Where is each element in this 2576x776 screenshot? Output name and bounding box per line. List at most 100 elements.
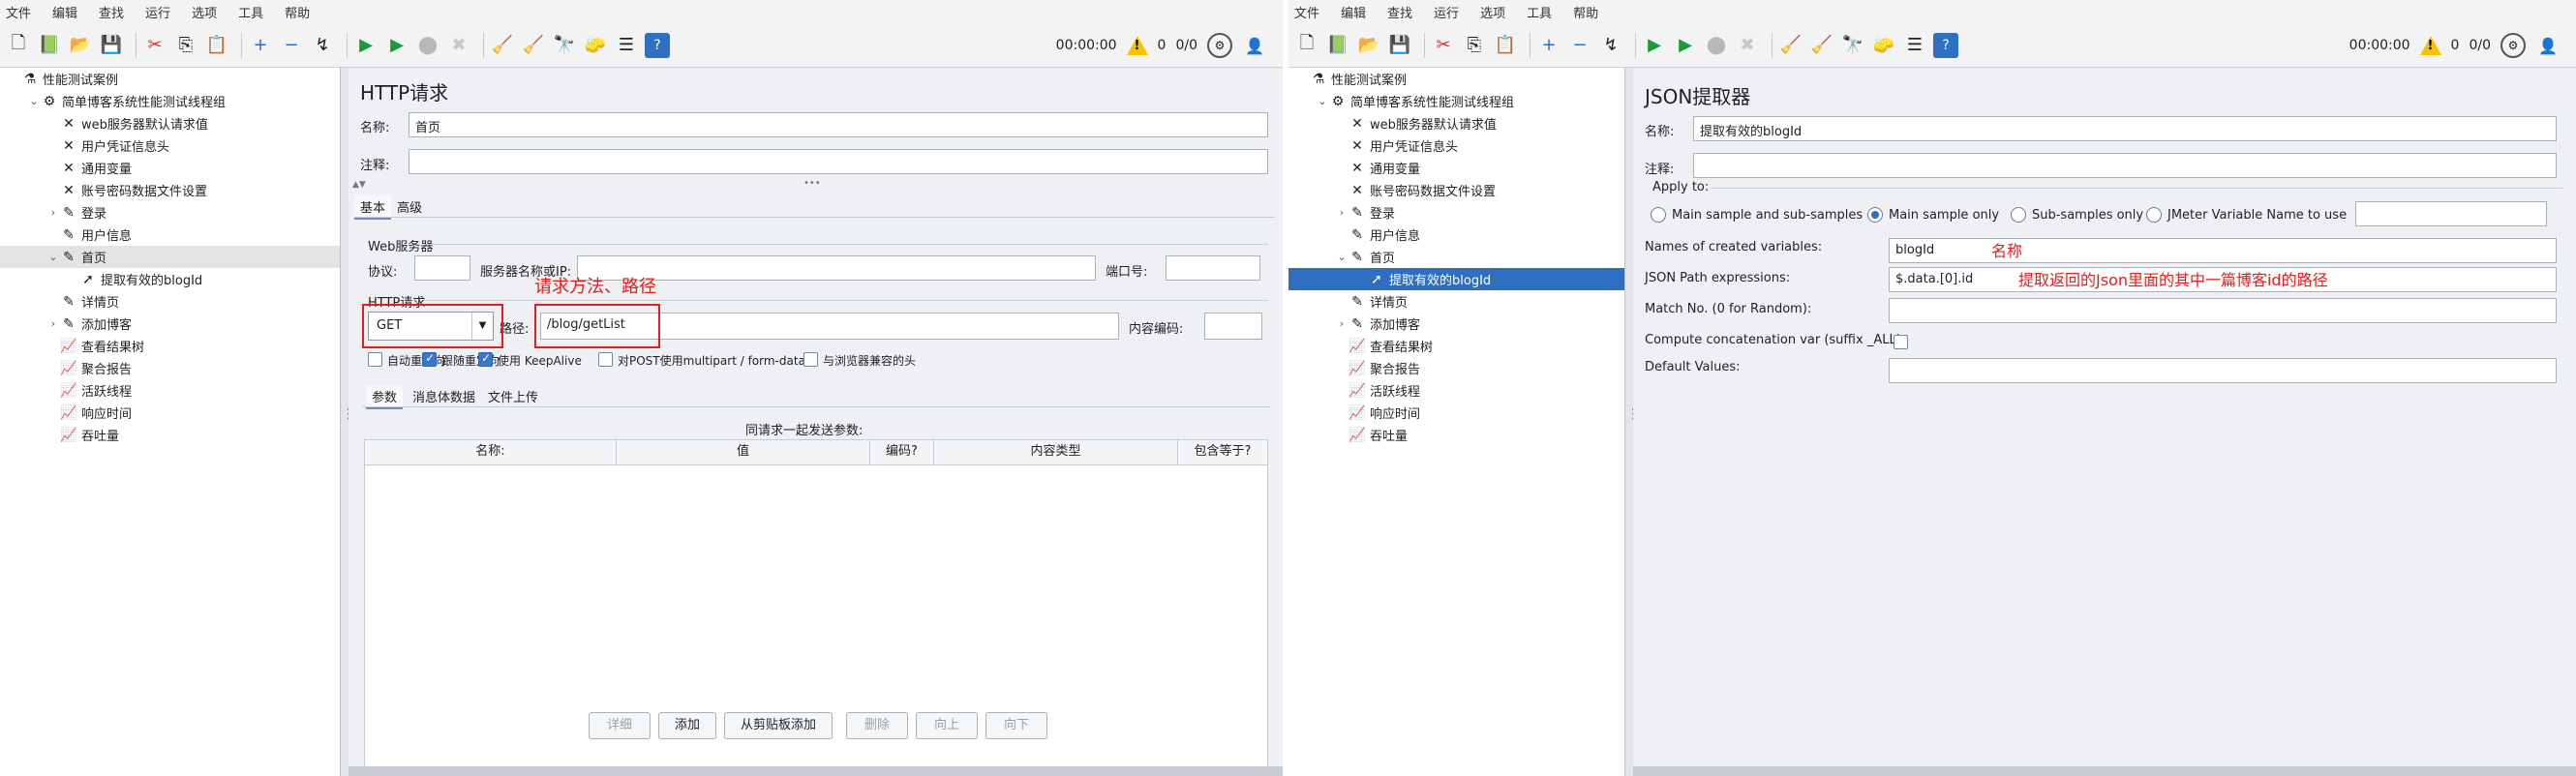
expand-toggle-icon[interactable]: ⌄ [46, 251, 60, 263]
menu-item[interactable]: 运行 [145, 3, 170, 21]
collapse-icon[interactable]: − [279, 33, 304, 58]
menu-item[interactable]: 查找 [1387, 3, 1412, 21]
clear-icon[interactable]: 🧹 [1778, 33, 1803, 58]
tree-node[interactable]: 📈 吞吐量 [0, 424, 340, 446]
shutdown-icon[interactable]: ✖ [446, 33, 471, 58]
concat-checkbox[interactable] [1894, 335, 1908, 349]
move-down-button[interactable]: 向下 [985, 712, 1047, 739]
stop-icon[interactable]: ⬤ [415, 33, 440, 58]
tree-node[interactable]: › ✎ 登录 [0, 201, 340, 224]
save-icon[interactable]: 💾 [99, 33, 124, 58]
menu-item[interactable]: 文件 [6, 3, 31, 21]
tree-node[interactable]: ✕ 账号密码数据文件设置 [0, 179, 340, 201]
tree-node[interactable]: ✕ web服务器默认请求值 [0, 112, 340, 134]
remote-icon[interactable]: ⚙ [1207, 33, 1232, 58]
detail-button[interactable]: 详细 [589, 712, 651, 739]
add-from-clipboard-button[interactable]: 从剪贴板添加 [724, 712, 833, 739]
collapse-icon[interactable]: − [1567, 33, 1592, 58]
tree-node[interactable]: ✎ 详情页 [1288, 290, 1624, 313]
expand-icon[interactable]: + [1536, 33, 1561, 58]
expand-toggle-icon[interactable]: › [1335, 206, 1349, 219]
warning-icon[interactable] [1126, 36, 1148, 55]
copy-icon[interactable]: ⎘ [173, 33, 198, 58]
tree-node[interactable]: 📈 聚合报告 [0, 357, 340, 379]
toggle-icon[interactable]: ↯ [310, 33, 335, 58]
radio-main-and-sub[interactable] [1651, 207, 1666, 223]
templates-icon[interactable]: 📗 [37, 33, 62, 58]
column-header-include-equals[interactable]: 包含等于? [1178, 440, 1267, 465]
start-no-pause-icon[interactable]: ▶ [384, 33, 409, 58]
tree-node[interactable]: 📈 查看结果树 [0, 335, 340, 357]
clear-icon[interactable]: 🧹 [490, 33, 515, 58]
menu-item[interactable]: 查找 [99, 3, 124, 21]
expand-toggle-icon[interactable]: › [46, 317, 60, 330]
tree-node[interactable]: ✕ web服务器默认请求值 [1288, 112, 1624, 134]
var-names-input[interactable]: blogId [1889, 238, 2557, 263]
name-input[interactable]: 首页 [409, 112, 1268, 137]
default-values-input[interactable] [1889, 358, 2557, 383]
menu-item[interactable]: 编辑 [1341, 3, 1366, 21]
column-header-name[interactable]: 名称: [365, 440, 617, 465]
menu-item[interactable]: 选项 [1480, 3, 1505, 21]
save-icon[interactable]: 💾 [1387, 33, 1412, 58]
expand-toggle-icon[interactable]: › [1335, 317, 1349, 330]
horizontal-scrollbar[interactable] [1633, 766, 2576, 776]
new-icon[interactable]: 🗋 [6, 33, 31, 58]
menu-item[interactable]: 工具 [238, 3, 263, 21]
tree-node[interactable]: 📈 响应时间 [0, 402, 340, 424]
option-checkbox[interactable] [803, 352, 818, 367]
splitter-handle[interactable] [1625, 68, 1640, 776]
toggle-icon[interactable]: ↯ [1598, 33, 1623, 58]
function-helper-icon[interactable]: ☰ [1902, 33, 1927, 58]
clear-all-icon[interactable]: 🧹 [521, 33, 546, 58]
start-no-pause-icon[interactable]: ▶ [1673, 33, 1698, 58]
tab-files-upload[interactable]: 文件上传 [482, 385, 544, 407]
tree-node[interactable]: ✕ 通用变量 [1288, 157, 1624, 179]
function-helper-icon[interactable]: ☰ [614, 33, 639, 58]
tree-node[interactable]: ✕ 用户凭证信息头 [0, 134, 340, 157]
reset-search-icon[interactable]: 🧽 [583, 33, 608, 58]
tree-node[interactable]: ⌄ ⚙ 简单博客系统性能测试线程组 [1288, 90, 1624, 112]
port-input[interactable] [1166, 255, 1260, 281]
expand-toggle-icon[interactable]: › [46, 206, 60, 219]
cut-icon[interactable]: ✂ [1431, 33, 1456, 58]
tree-node[interactable]: ⚗ 性能测试案例 [1288, 68, 1624, 90]
tree-node[interactable]: 📈 查看结果树 [1288, 335, 1624, 357]
tree-node[interactable]: ➚ 提取有效的blogId [1288, 268, 1624, 290]
tree-node[interactable]: ⚗ 性能测试案例 [0, 68, 340, 90]
menu-item[interactable]: 编辑 [52, 3, 77, 21]
search-icon[interactable]: 🔭 [1840, 33, 1865, 58]
tree-node[interactable]: 📈 活跃线程 [0, 379, 340, 402]
tree-node[interactable]: › ✎ 登录 [1288, 201, 1624, 224]
tree-node[interactable]: ✎ 详情页 [0, 290, 340, 313]
menu-item[interactable]: 选项 [192, 3, 217, 21]
cut-icon[interactable]: ✂ [142, 33, 167, 58]
menu-item[interactable]: 工具 [1527, 3, 1552, 21]
stop-icon[interactable]: ⬤ [1704, 33, 1729, 58]
column-header-encode[interactable]: 编码? [870, 440, 934, 465]
tab-advanced[interactable]: 高级 [391, 195, 428, 218]
tree-node[interactable]: ⌄ ✎ 首页 [1288, 246, 1624, 268]
tree-node[interactable]: ✎ 用户信息 [1288, 224, 1624, 246]
radio-main-only[interactable] [1867, 207, 1883, 223]
horizontal-scrollbar[interactable] [349, 766, 1283, 776]
tree-node[interactable]: 📈 响应时间 [1288, 402, 1624, 424]
pane-arrows[interactable]: ▲▼ [352, 180, 366, 190]
expand-icon[interactable]: + [248, 33, 273, 58]
tab-body-data[interactable]: 消息体数据 [407, 385, 481, 407]
expand-toggle-icon[interactable]: ⌄ [27, 95, 41, 107]
expand-toggle-icon[interactable]: ⌄ [1335, 251, 1349, 263]
tree-node[interactable]: 📈 活跃线程 [1288, 379, 1624, 402]
name-input[interactable]: 提取有效的blogId [1693, 116, 2557, 141]
clear-all-icon[interactable]: 🧹 [1809, 33, 1834, 58]
tree-node[interactable]: ⌄ ✎ 首页 [0, 246, 340, 268]
column-header-content-type[interactable]: 内容类型 [934, 440, 1178, 465]
comment-input[interactable] [409, 149, 1268, 174]
tree-node[interactable]: ✕ 账号密码数据文件设置 [1288, 179, 1624, 201]
delete-button[interactable]: 删除 [846, 712, 908, 739]
copy-icon[interactable]: ⎘ [1462, 33, 1487, 58]
menu-item[interactable]: 帮助 [1573, 3, 1598, 21]
templates-icon[interactable]: 📗 [1325, 33, 1350, 58]
menu-item[interactable]: 帮助 [285, 3, 310, 21]
user-icon[interactable]: 👤 [1242, 33, 1267, 58]
